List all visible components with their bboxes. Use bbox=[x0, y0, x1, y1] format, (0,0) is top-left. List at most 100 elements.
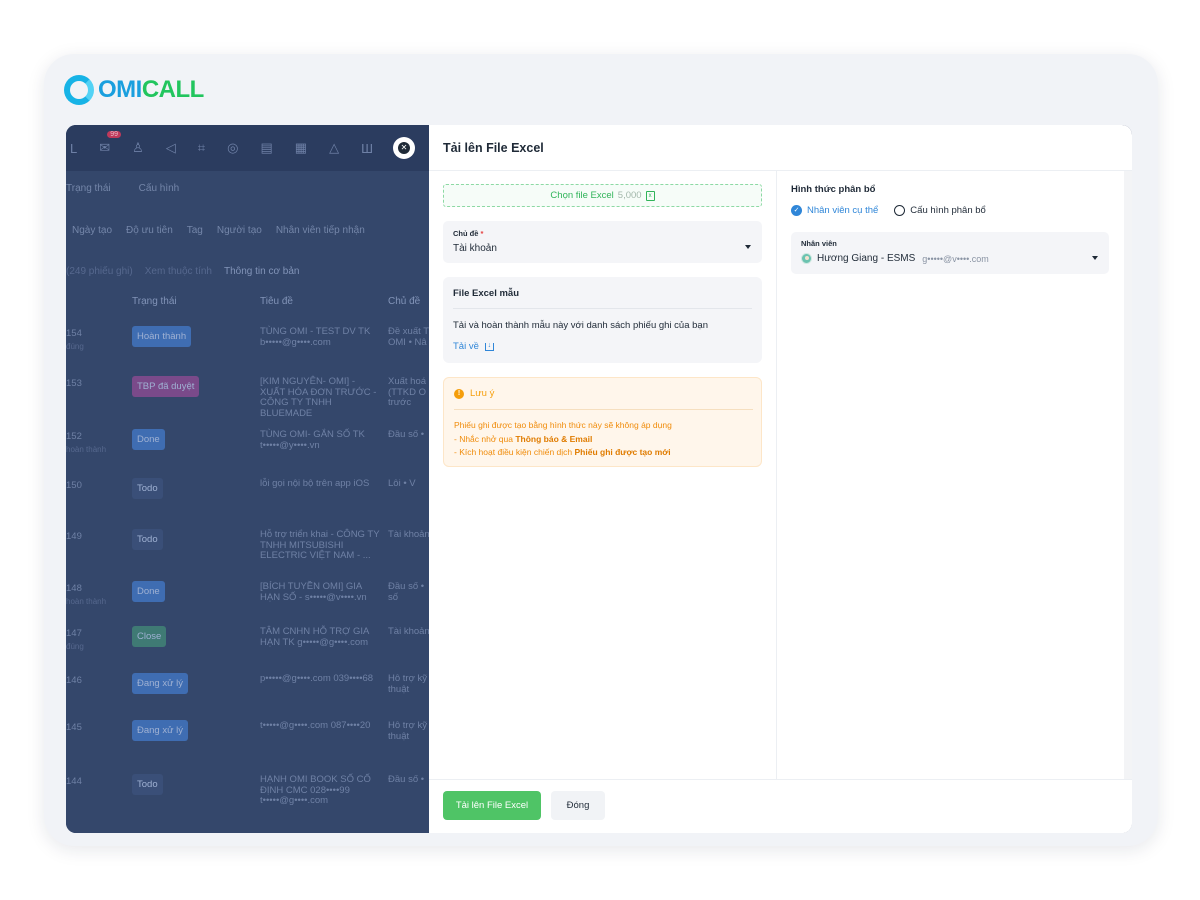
drawer-left-column: Chọn file Excel 5,000 x Chủ đề * Tài kho… bbox=[429, 171, 777, 779]
upload-excel-button[interactable]: Tải lên File Excel bbox=[443, 791, 541, 820]
ticket-id: 150 bbox=[66, 480, 82, 491]
target-icon: ◎ bbox=[227, 140, 239, 155]
status-badge: Todo bbox=[132, 478, 163, 499]
caret-down-icon bbox=[745, 245, 751, 249]
ticket-sub: hoàn thành bbox=[66, 597, 107, 606]
chart-icon: ▦ bbox=[294, 140, 308, 155]
ticket-title: p•••••@g••••.com 039••••68 bbox=[260, 673, 374, 684]
ticket-topic: Tài khoản bbox=[388, 530, 429, 540]
scrollbar[interactable] bbox=[1124, 171, 1132, 779]
ticket-topic: Hỗ trợ kỹ thuật bbox=[388, 674, 427, 695]
ticket-id: 147 bbox=[66, 628, 82, 639]
sample-file-card: File Excel mẫu Tải và hoàn thành mẫu này… bbox=[443, 277, 762, 363]
ticket-title: HẠNH OMI BOOK SỐ CỐ ĐỊNH CMC 028••••99 t… bbox=[260, 774, 371, 806]
ticket-topic: Lỗi • V bbox=[388, 479, 416, 489]
scan-icon: ⌗ bbox=[197, 140, 206, 155]
bars-icon: Ш bbox=[361, 140, 373, 156]
doc-icon: ▤ bbox=[260, 140, 273, 155]
ticket-title: Hỗ trợ triển khai - CÔNG TY TNHH MITSUBI… bbox=[260, 529, 380, 561]
network-icon: △ bbox=[329, 140, 340, 155]
notification-badge: 99 bbox=[107, 131, 122, 138]
ticket-id: 148 bbox=[66, 583, 82, 594]
ticket-title: TÙNG OMI- GẮN SỐ TK t•••••@y••••.vn bbox=[260, 429, 365, 451]
download-icon: ↓ bbox=[484, 342, 494, 351]
distribution-title: Hình thức phân bổ bbox=[791, 184, 876, 195]
ticket-topic: Tài khoản bbox=[388, 627, 429, 637]
close-button[interactable]: Đóng bbox=[551, 791, 605, 820]
avatar bbox=[801, 253, 812, 264]
ticket-topic: Xuất hoá (TTKD O trước bbox=[388, 377, 427, 408]
sample-file-description: Tải và hoàn thành mẫu này với danh sách … bbox=[453, 320, 708, 331]
ticket-id: 153 bbox=[66, 378, 82, 389]
staff-select[interactable]: Nhân viên Hương Giang - ESMS g•••••@v•••… bbox=[791, 232, 1109, 274]
l-icon: L bbox=[70, 140, 78, 156]
staff-email: g•••••@v••••.com bbox=[922, 253, 989, 264]
ticket-sub: hoàn thành bbox=[66, 445, 107, 454]
ticket-title: lỗi gọi nội bộ trên app iOS bbox=[260, 478, 370, 489]
radio-distribution-config[interactable]: Cấu hình phân bổ bbox=[894, 205, 986, 216]
ticket-topic: Đầu số • bbox=[388, 775, 425, 785]
background-ticket-list: L ✉ 99 ♙ ◁ ⌗ ◎ ▤ ▦ △ Ш Trạng thái Cấu hìn… bbox=[66, 125, 429, 833]
status-badge: Done bbox=[132, 581, 165, 602]
close-drawer-button[interactable]: ✕ bbox=[393, 137, 415, 159]
note-title: Lưu ý bbox=[470, 388, 495, 399]
status-badge: Đang xử lý bbox=[132, 673, 188, 694]
ticket-id: 144 bbox=[66, 776, 82, 787]
ticket-id: 149 bbox=[66, 531, 82, 542]
status-badge: Done bbox=[132, 429, 165, 450]
ticket-sub: đúng bbox=[66, 642, 84, 651]
ticket-topic: Đầu số • bbox=[388, 430, 425, 440]
status-badge: TBP đã duyệt bbox=[132, 376, 200, 397]
topic-select[interactable]: Chủ đề * Tài khoản bbox=[443, 221, 762, 263]
background-filters: Ngày tạo Độ ưu tiên Tag Người tạo Nhân v… bbox=[72, 225, 365, 236]
ticket-title: [KIM NGUYÊN- OMI] - XUẤT HÓA ĐƠN TRƯỚC -… bbox=[260, 376, 377, 419]
ticket-title: TÙNG OMI - TEST DV TK b•••••@g••••.com bbox=[260, 326, 371, 348]
close-icon: ✕ bbox=[398, 142, 410, 154]
staff-name: Hương Giang - ESMS bbox=[817, 253, 916, 264]
status-badge: Hoàn thành bbox=[132, 326, 192, 347]
distribution-radio-group: ✓ Nhân viên cụ thể Cấu hình phân bổ bbox=[791, 205, 986, 216]
drawer-footer: Tải lên File Excel Đóng bbox=[429, 779, 1132, 833]
drawer-right-column: Hình thức phân bổ ✓ Nhân viên cụ thể Cấu… bbox=[777, 171, 1124, 779]
sample-file-title: File Excel mẫu bbox=[453, 288, 520, 299]
ticket-sub: đúng bbox=[66, 342, 84, 351]
user-icon: ♙ bbox=[132, 140, 144, 155]
upload-excel-drawer: Tải lên File Excel Chọn file Excel 5,000… bbox=[429, 125, 1132, 833]
background-topbar: L ✉ 99 ♙ ◁ ⌗ ◎ ▤ ▦ △ Ш bbox=[66, 125, 429, 171]
ticket-topic: Đề xuất T OMI • Nâ bbox=[388, 327, 429, 348]
status-badge: Todo bbox=[132, 529, 163, 550]
background-filter-row: Trạng thái Cấu hình bbox=[66, 183, 180, 194]
ticket-title: TÂM CNHN HỖ TRỢ GIA HẠN TK g•••••@g••••.… bbox=[260, 626, 369, 648]
caret-down-icon bbox=[1092, 256, 1098, 260]
logo-ring-icon bbox=[64, 75, 94, 105]
status-badge: Close bbox=[132, 626, 167, 647]
ticket-topic: Hỗ trợ kỹ thuật bbox=[388, 721, 427, 742]
background-table-header: Trạng thái Tiêu đề Chủ đề bbox=[132, 296, 421, 307]
check-circle-icon: ✓ bbox=[791, 205, 802, 216]
mail-icon: ✉ 99 bbox=[99, 131, 122, 156]
status-badge: Đang xử lý bbox=[132, 720, 188, 741]
download-sample-link[interactable]: Tải về ↓ bbox=[453, 341, 494, 352]
background-view-row: (249 phiếu ghi) Xem thuộc tính Thông tin… bbox=[66, 266, 300, 277]
divider bbox=[454, 409, 753, 410]
divider bbox=[453, 308, 752, 309]
note-card: ! Lưu ý Phiếu ghi được tạo bằng hình thứ… bbox=[443, 377, 762, 467]
radio-empty-icon bbox=[894, 205, 906, 216]
ticket-title: t•••••@g••••.com 087••••20 bbox=[260, 720, 371, 731]
ticket-id: 152 bbox=[66, 431, 82, 442]
status-badge: Todo bbox=[132, 774, 163, 795]
topic-select-value: Tài khoản bbox=[453, 243, 497, 254]
choose-file-button[interactable]: Chọn file Excel 5,000 x bbox=[443, 184, 762, 207]
excel-file-icon: x bbox=[645, 190, 655, 201]
note-text: Phiếu ghi được tạo bằng hình thức này sẽ… bbox=[454, 420, 672, 457]
ticket-title: [BÍCH TUYỀN OMI] GIA HẠN SỐ - s•••••@v••… bbox=[260, 581, 367, 603]
info-icon: ! bbox=[454, 388, 464, 399]
ticket-id: 146 bbox=[66, 675, 82, 686]
app-screen: L ✉ 99 ♙ ◁ ⌗ ◎ ▤ ▦ △ Ш Trạng thái Cấu hìn… bbox=[66, 125, 1132, 833]
ticket-id: 145 bbox=[66, 722, 82, 733]
ticket-id: 154 bbox=[66, 328, 82, 339]
megaphone-icon: ◁ bbox=[165, 140, 176, 155]
drawer-title: Tải lên File Excel bbox=[429, 125, 1132, 171]
ticket-topic: Đầu số • số bbox=[388, 582, 425, 603]
radio-specific-staff[interactable]: ✓ Nhân viên cụ thể bbox=[791, 205, 878, 216]
